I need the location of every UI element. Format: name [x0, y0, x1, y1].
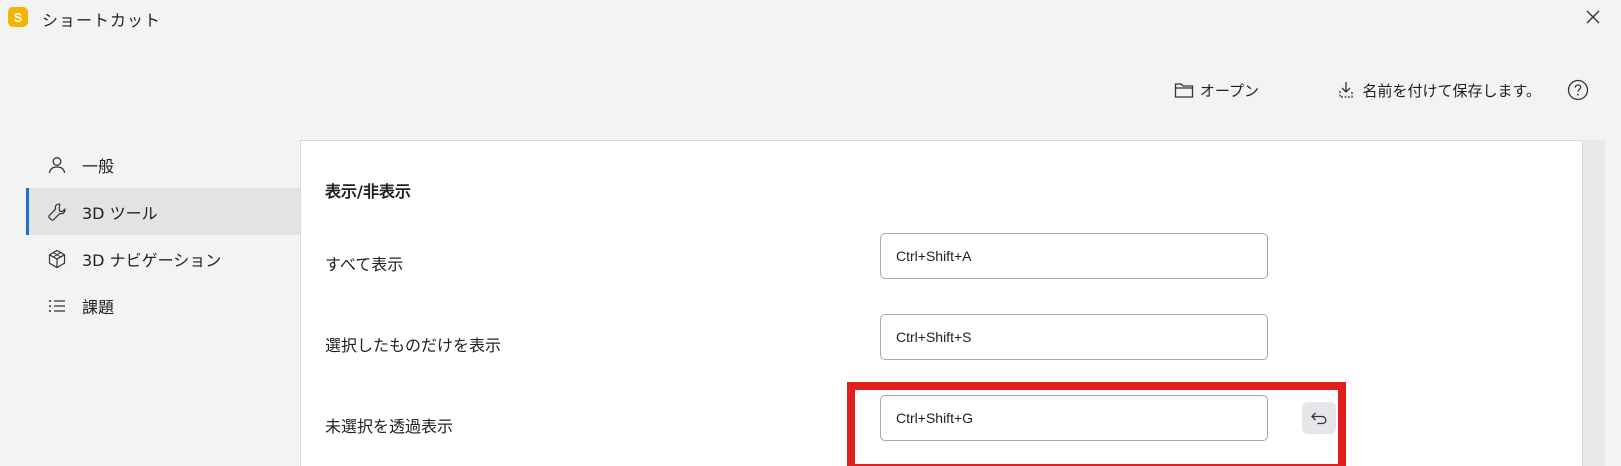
- open-button[interactable]: オープン: [1174, 75, 1259, 105]
- window-title: ショートカット: [42, 11, 162, 30]
- row-label-transparent-unselected: 未選択を透過表示: [325, 417, 454, 436]
- save-as-label: 名前を付けて保存します。: [1362, 81, 1541, 100]
- app-logo: S: [8, 7, 28, 27]
- toolbar: オープン 名前を付けて保存します。: [1121, 75, 1621, 105]
- title-bar: S ショートカット: [0, 0, 1621, 34]
- section-title: 表示/非表示: [325, 182, 411, 201]
- reset-shortcut-button[interactable]: [1302, 402, 1336, 434]
- sidebar: 一般 3D ツール 3D ナビゲーション 課題: [26, 141, 300, 329]
- shortcut-field-transparent-unselected[interactable]: Ctrl+Shift+G: [880, 395, 1268, 441]
- cube-icon: [46, 248, 68, 270]
- row-label-show-selected: 選択したものだけを表示: [325, 336, 502, 355]
- scrollbar[interactable]: [1583, 140, 1605, 466]
- list-icon: [46, 295, 68, 317]
- sidebar-item-3d-tools[interactable]: 3D ツール: [26, 188, 300, 235]
- sidebar-item-label: 3D ナビゲーション: [82, 250, 222, 270]
- row-label-show-all: すべて表示: [325, 255, 404, 274]
- folder-icon: [1174, 83, 1194, 98]
- user-icon: [46, 154, 68, 176]
- sidebar-item-label: 課題: [82, 297, 115, 317]
- download-icon: [1339, 82, 1354, 98]
- sidebar-item-label: 一般: [82, 156, 115, 176]
- shortcut-field-show-all[interactable]: Ctrl+Shift+A: [880, 233, 1268, 279]
- shortcut-field-show-selected[interactable]: Ctrl+Shift+S: [880, 314, 1268, 360]
- undo-icon: [1311, 412, 1327, 425]
- sidebar-item-3d-navigation[interactable]: 3D ナビゲーション: [26, 235, 300, 282]
- sidebar-item-issues[interactable]: 課題: [26, 282, 300, 329]
- open-label: オープン: [1199, 81, 1259, 100]
- shortcuts-panel: 表示/非表示 すべて表示 Ctrl+Shift+A 選択したものだけを表示 Ct…: [300, 140, 1583, 466]
- close-button[interactable]: [1580, 4, 1606, 30]
- save-as-button[interactable]: 名前を付けて保存します。: [1336, 75, 1541, 105]
- sidebar-item-label: 3D ツール: [82, 203, 158, 223]
- sidebar-item-general[interactable]: 一般: [26, 141, 300, 188]
- help-button[interactable]: [1566, 78, 1590, 102]
- help-icon: [1567, 79, 1589, 101]
- wrench-icon: [46, 201, 68, 223]
- close-icon: [1586, 10, 1600, 24]
